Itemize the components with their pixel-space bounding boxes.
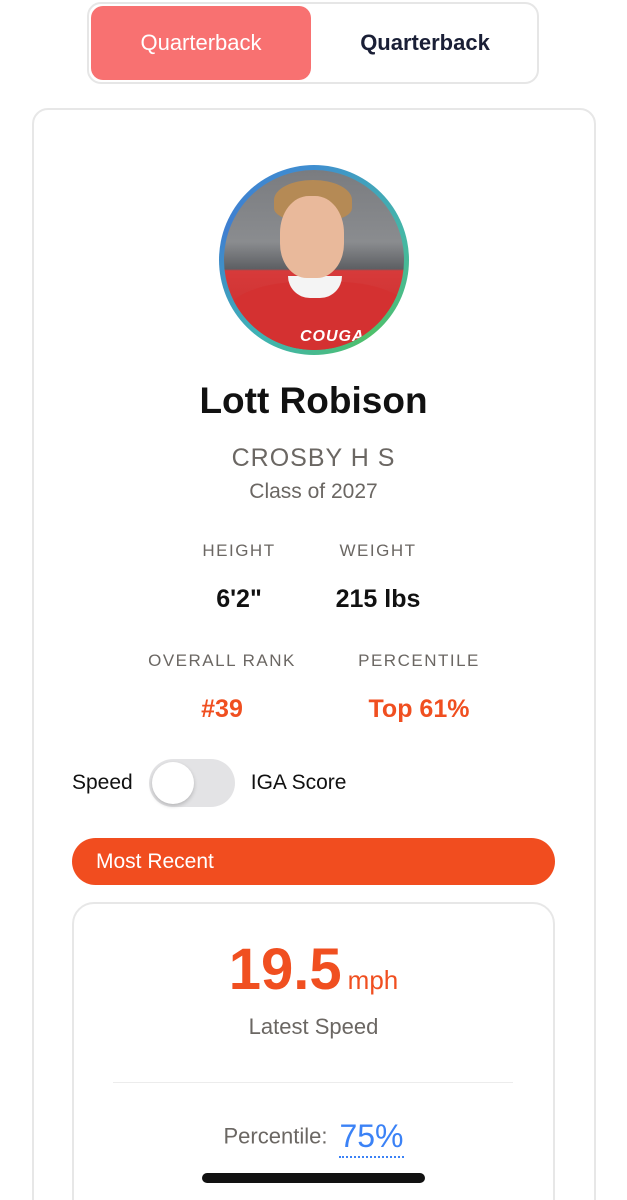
speed-toggle-label[interactable]: Speed: [72, 771, 133, 795]
percentile-value: Top 61%: [368, 695, 470, 723]
tab-quarterback-secondary[interactable]: Quarterback: [315, 6, 535, 80]
face-shape: [280, 196, 344, 278]
metric-toggle-row: Speed IGA Score: [72, 758, 346, 808]
weight-value: 215 lbs: [335, 585, 421, 613]
card-divider: [113, 1082, 513, 1083]
most-recent-banner: Most Recent: [72, 838, 555, 885]
latest-speed-value: 19.5: [228, 937, 342, 1002]
home-indicator[interactable]: [202, 1173, 425, 1183]
speed-percentile-value[interactable]: 75%: [339, 1118, 404, 1158]
avatar: COUGA: [219, 165, 409, 355]
speed-percentile-row: Percentile: 75%: [0, 1118, 627, 1158]
latest-speed-line: 19.5 mph: [0, 936, 627, 1003]
overall-rank-label: OVERALL RANK: [148, 651, 296, 670]
player-photo: COUGA: [224, 170, 404, 350]
jersey-lettering: COUGA: [300, 328, 365, 345]
player-name: Lott Robison: [199, 380, 428, 421]
speed-iga-toggle[interactable]: [148, 759, 235, 807]
player-profile-screen: Quarterback Quarterback COUGA Lott Robis…: [0, 0, 627, 1200]
overall-rank-value: #39: [201, 695, 243, 723]
speed-unit: mph: [347, 965, 399, 995]
most-recent-label: Most Recent: [96, 849, 214, 873]
iga-score-toggle-label[interactable]: IGA Score: [251, 771, 347, 795]
percentile-label: PERCENTILE: [358, 651, 480, 670]
position-tabs: Quarterback Quarterback: [87, 2, 539, 84]
weight-label: WEIGHT: [339, 541, 417, 560]
school-name: CROSBY H S: [231, 444, 396, 472]
toggle-knob[interactable]: [151, 762, 194, 804]
class-year: Class of 2027: [249, 480, 378, 503]
latest-speed-caption: Latest Speed: [248, 1014, 379, 1039]
speed-percentile-label: Percentile:: [223, 1123, 328, 1149]
tab-quarterback-primary[interactable]: Quarterback: [91, 6, 311, 80]
